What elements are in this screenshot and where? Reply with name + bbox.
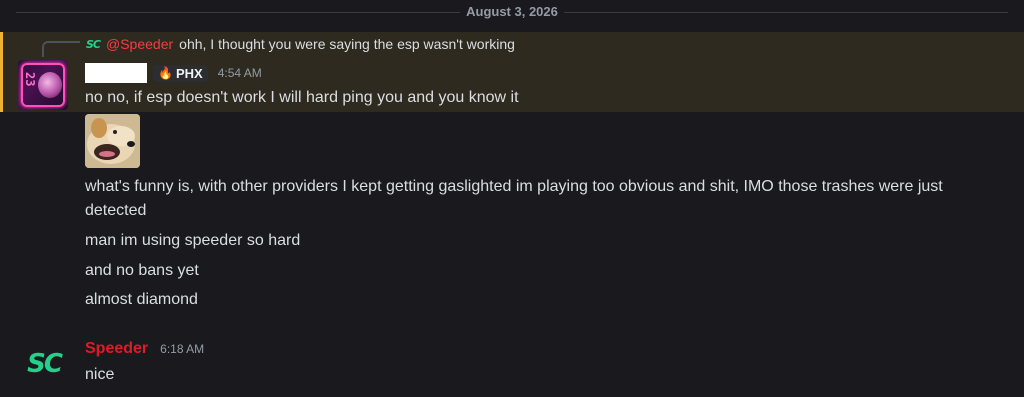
sc-logo-icon: SC <box>86 37 101 51</box>
dog-image[interactable] <box>85 114 140 168</box>
sc-logo-icon: SC <box>27 349 63 379</box>
dog-icon <box>85 114 140 168</box>
avatar-number: 23 <box>23 72 37 87</box>
message-header: 🔥 PHX 4:54 AM <box>85 63 262 83</box>
avatar-figure <box>38 72 62 98</box>
message-timestamp[interactable]: 4:54 AM <box>218 66 262 80</box>
server-tag-label: PHX <box>175 65 203 81</box>
message-text: nice <box>85 366 115 383</box>
server-tag-badge[interactable]: 🔥 PHX <box>153 64 208 82</box>
reply-spine <box>42 41 80 57</box>
fire-icon: 🔥 <box>158 66 173 80</box>
message-timestamp[interactable]: 6:18 AM <box>160 342 204 356</box>
message-text: man im using speeder so hard <box>85 232 301 249</box>
avatar[interactable]: SC <box>20 344 68 384</box>
message-header: Speeder 6:18 AM <box>85 340 204 358</box>
message-text: no no, if esp doesn't work I will hard p… <box>85 89 519 106</box>
avatar[interactable]: 23 <box>18 60 68 110</box>
date-divider-label: August 3, 2026 <box>460 4 564 19</box>
chat-view: August 3, 2026 SC @Speeder ohh, I though… <box>0 0 1024 397</box>
username-redacted[interactable] <box>85 63 147 83</box>
username[interactable]: Speeder <box>85 340 148 358</box>
message-text: what's funny is, with other providers I … <box>85 178 943 219</box>
message-text: almost diamond <box>85 291 198 308</box>
reply-text: ohh, I thought you were saying the esp w… <box>179 36 515 52</box>
reply-preview[interactable]: SC @Speeder ohh, I thought you were sayi… <box>86 36 515 52</box>
message-text: and no bans yet <box>85 262 199 279</box>
reply-mention[interactable]: @Speeder <box>106 36 173 52</box>
